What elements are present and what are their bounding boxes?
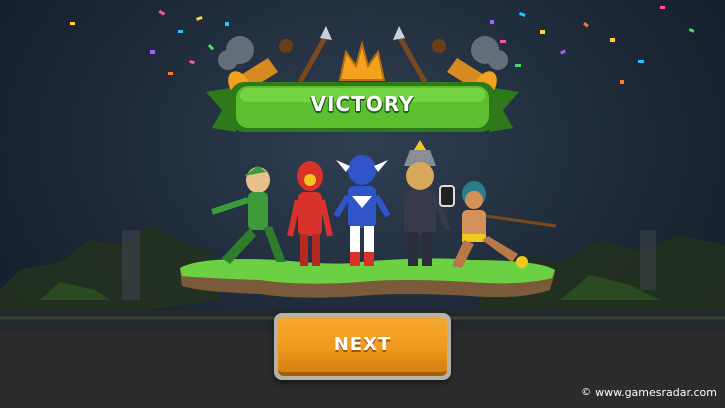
red-flash-hero <box>287 161 333 266</box>
crown-icon <box>338 40 386 81</box>
victory-title: VICTORY <box>310 92 415 116</box>
next-button[interactable]: NEXT <box>274 313 451 380</box>
blue-captain-hero <box>333 155 391 266</box>
copyright-icon: © <box>581 387 592 398</box>
next-button-label: NEXT <box>333 334 392 355</box>
dark-viking-hero <box>404 140 455 266</box>
next-button-face[interactable]: NEXT <box>278 317 447 376</box>
green-archer-hero <box>211 166 286 264</box>
watermark: © www.gamesradar.com <box>581 386 717 399</box>
tribal-warrior-hero <box>452 181 557 268</box>
watermark-text: www.gamesradar.com <box>595 386 717 399</box>
